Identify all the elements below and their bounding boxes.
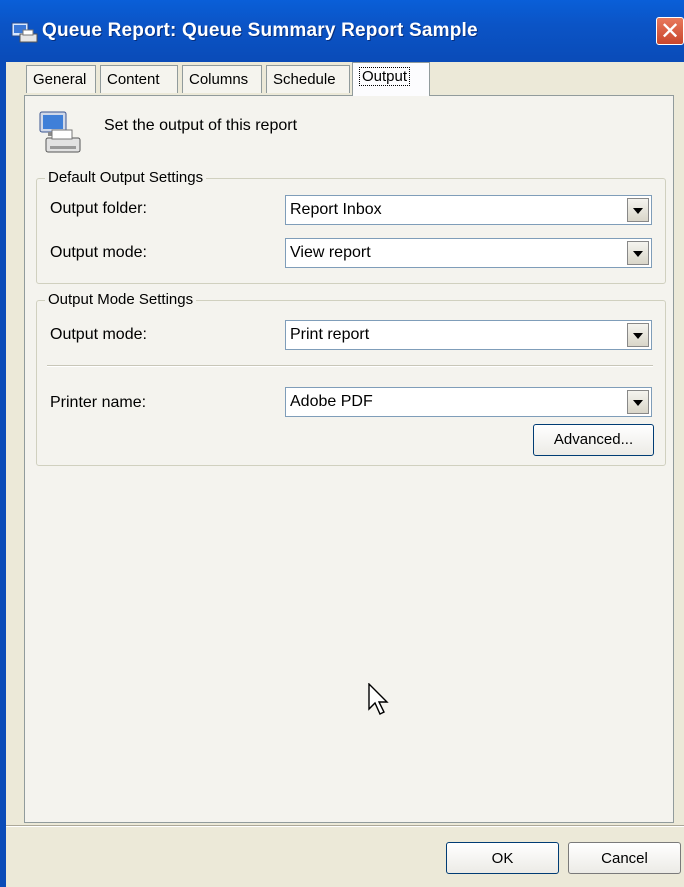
cancel-button-label: Cancel <box>601 850 648 867</box>
window-title: Queue Report: Queue Summary Report Sampl… <box>42 20 478 41</box>
printer-name-value: Adobe PDF <box>290 393 373 410</box>
default-output-mode-label: Output mode: <box>50 244 147 261</box>
output-mode-value: Print report <box>290 326 370 343</box>
output-mode-select[interactable]: Print report <box>285 320 652 350</box>
intro-text: Set the output of this report <box>104 117 298 134</box>
tab-output-label: Output <box>359 67 411 86</box>
chevron-down-icon[interactable] <box>627 390 649 414</box>
ok-button-label: OK <box>491 850 514 867</box>
output-folder-label: Output folder: <box>50 200 147 217</box>
tab-general[interactable]: General <box>26 65 96 93</box>
default-output-mode-value: View report <box>290 244 371 261</box>
output-mode-label: Output mode: <box>50 326 147 343</box>
chevron-down-icon[interactable] <box>627 198 649 222</box>
output-mode-group-label: Output Mode Settings <box>45 291 197 308</box>
printer-name-label: Printer name: <box>50 394 147 411</box>
default-output-mode-select[interactable]: View report <box>285 238 652 268</box>
tab-content[interactable]: Content <box>100 65 178 93</box>
tab-output[interactable]: Output <box>352 62 430 96</box>
printer-name-select[interactable]: Adobe PDF <box>285 387 652 417</box>
cancel-button[interactable]: Cancel <box>568 842 681 874</box>
printer-computer-icon <box>39 111 81 153</box>
window-left-border <box>0 62 6 887</box>
group-divider <box>47 365 653 367</box>
tab-general-label: General <box>33 71 87 88</box>
close-icon: ✕ <box>660 17 681 45</box>
title-bar[interactable]: Queue Report: Queue Summary Report Sampl… <box>0 0 684 62</box>
footer-divider <box>6 825 684 827</box>
tab-columns-label: Columns <box>189 71 249 88</box>
tab-columns[interactable]: Columns <box>182 65 262 93</box>
default-output-group <box>36 178 666 284</box>
tab-schedule-label: Schedule <box>273 71 336 88</box>
output-folder-select[interactable]: Report Inbox <box>285 195 652 225</box>
chevron-down-icon[interactable] <box>627 241 649 265</box>
mouse-cursor-icon <box>368 683 389 715</box>
tab-schedule[interactable]: Schedule <box>266 65 350 93</box>
close-button[interactable]: ✕ <box>656 17 684 45</box>
report-app-icon <box>11 22 38 43</box>
advanced-button[interactable]: Advanced... <box>533 424 654 456</box>
chevron-down-icon[interactable] <box>627 323 649 347</box>
output-folder-value: Report Inbox <box>290 201 382 218</box>
advanced-button-label: Advanced... <box>553 431 634 448</box>
default-output-group-label: Default Output Settings <box>45 169 207 186</box>
tab-content-label: Content <box>107 71 160 88</box>
ok-button[interactable]: OK <box>446 842 559 874</box>
